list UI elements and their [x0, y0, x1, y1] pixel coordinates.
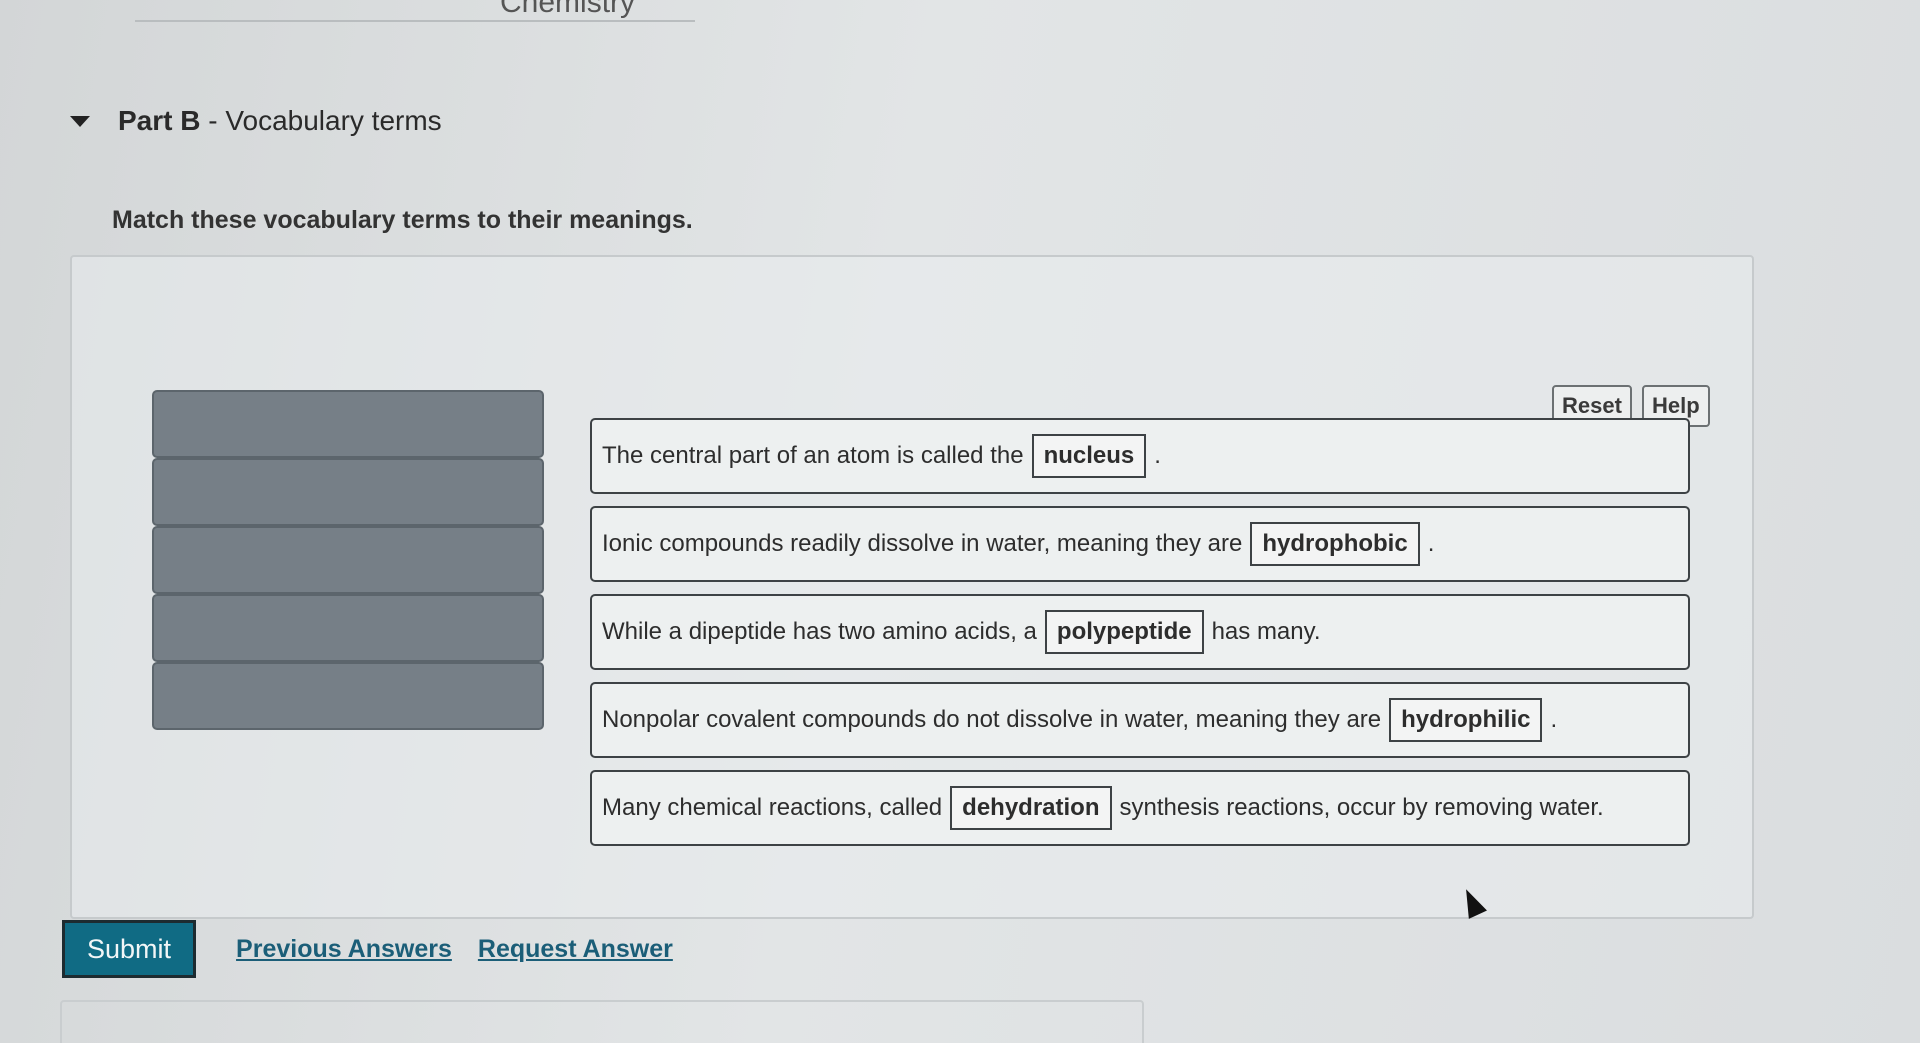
empty-term-slot[interactable] — [152, 390, 544, 458]
empty-term-slot[interactable] — [152, 526, 544, 594]
drop-target-term[interactable]: polypeptide — [1044, 610, 1204, 654]
sentence-row: Many chemical reactions, called dehydrat… — [590, 770, 1690, 846]
sentence-text-before: Many chemical reactions, called — [602, 794, 943, 821]
caret-down-icon[interactable] — [70, 115, 90, 127]
sentence-text-before: Nonpolar covalent compounds do not disso… — [602, 706, 1382, 733]
sentence-text-before: Ionic compounds readily dissolve in wate… — [602, 530, 1243, 557]
part-header[interactable]: Part B - Vocabulary terms — [70, 105, 442, 137]
page-heading: Chemistry — [500, 0, 636, 19]
empty-term-slot[interactable] — [152, 662, 544, 730]
sentence-text-after: . — [1427, 530, 1435, 557]
sentence-text-before: While a dipeptide has two amino acids, a — [602, 618, 1037, 645]
action-bar: Submit Previous Answers Request Answer — [62, 920, 673, 978]
sentence-text-after: has many. — [1211, 618, 1321, 645]
header-divider — [135, 20, 695, 22]
previous-answers-link[interactable]: Previous Answers — [236, 935, 452, 964]
request-answer-link[interactable]: Request Answer — [478, 935, 673, 964]
submit-button[interactable]: Submit — [62, 920, 197, 978]
page: Chemistry Part B - Vocabulary terms Matc… — [0, 0, 1920, 1043]
sentence-row: The central part of an atom is called th… — [590, 418, 1690, 494]
sentence-text-after: . — [1550, 706, 1558, 733]
sentence-row: Nonpolar covalent compounds do not disso… — [590, 682, 1690, 758]
sentence-text-before: The central part of an atom is called th… — [602, 442, 1024, 469]
sentence-row: While a dipeptide has two amino acids, a… — [590, 594, 1690, 670]
empty-term-slot[interactable] — [152, 594, 544, 662]
part-label: Part B — [118, 105, 201, 136]
drop-target-term[interactable]: nucleus — [1031, 434, 1147, 478]
part-name: Vocabulary terms — [225, 105, 442, 136]
drop-target-term[interactable]: hydrophilic — [1389, 698, 1543, 742]
empty-term-slot[interactable] — [152, 458, 544, 526]
sentence-text-after: synthesis reactions, occur by removing w… — [1119, 794, 1604, 821]
drop-target-term[interactable]: dehydration — [950, 786, 1112, 830]
drop-target-term[interactable]: hydrophobic — [1250, 522, 1420, 566]
part-separator: - — [200, 105, 226, 136]
feedback-panel — [60, 1000, 1144, 1043]
instructions: Match these vocabulary terms to their me… — [112, 206, 693, 234]
part-title: Part B - Vocabulary terms — [118, 105, 442, 137]
sentence-row: Ionic compounds readily dissolve in wate… — [590, 506, 1690, 582]
sentence-text-after: . — [1154, 442, 1161, 469]
